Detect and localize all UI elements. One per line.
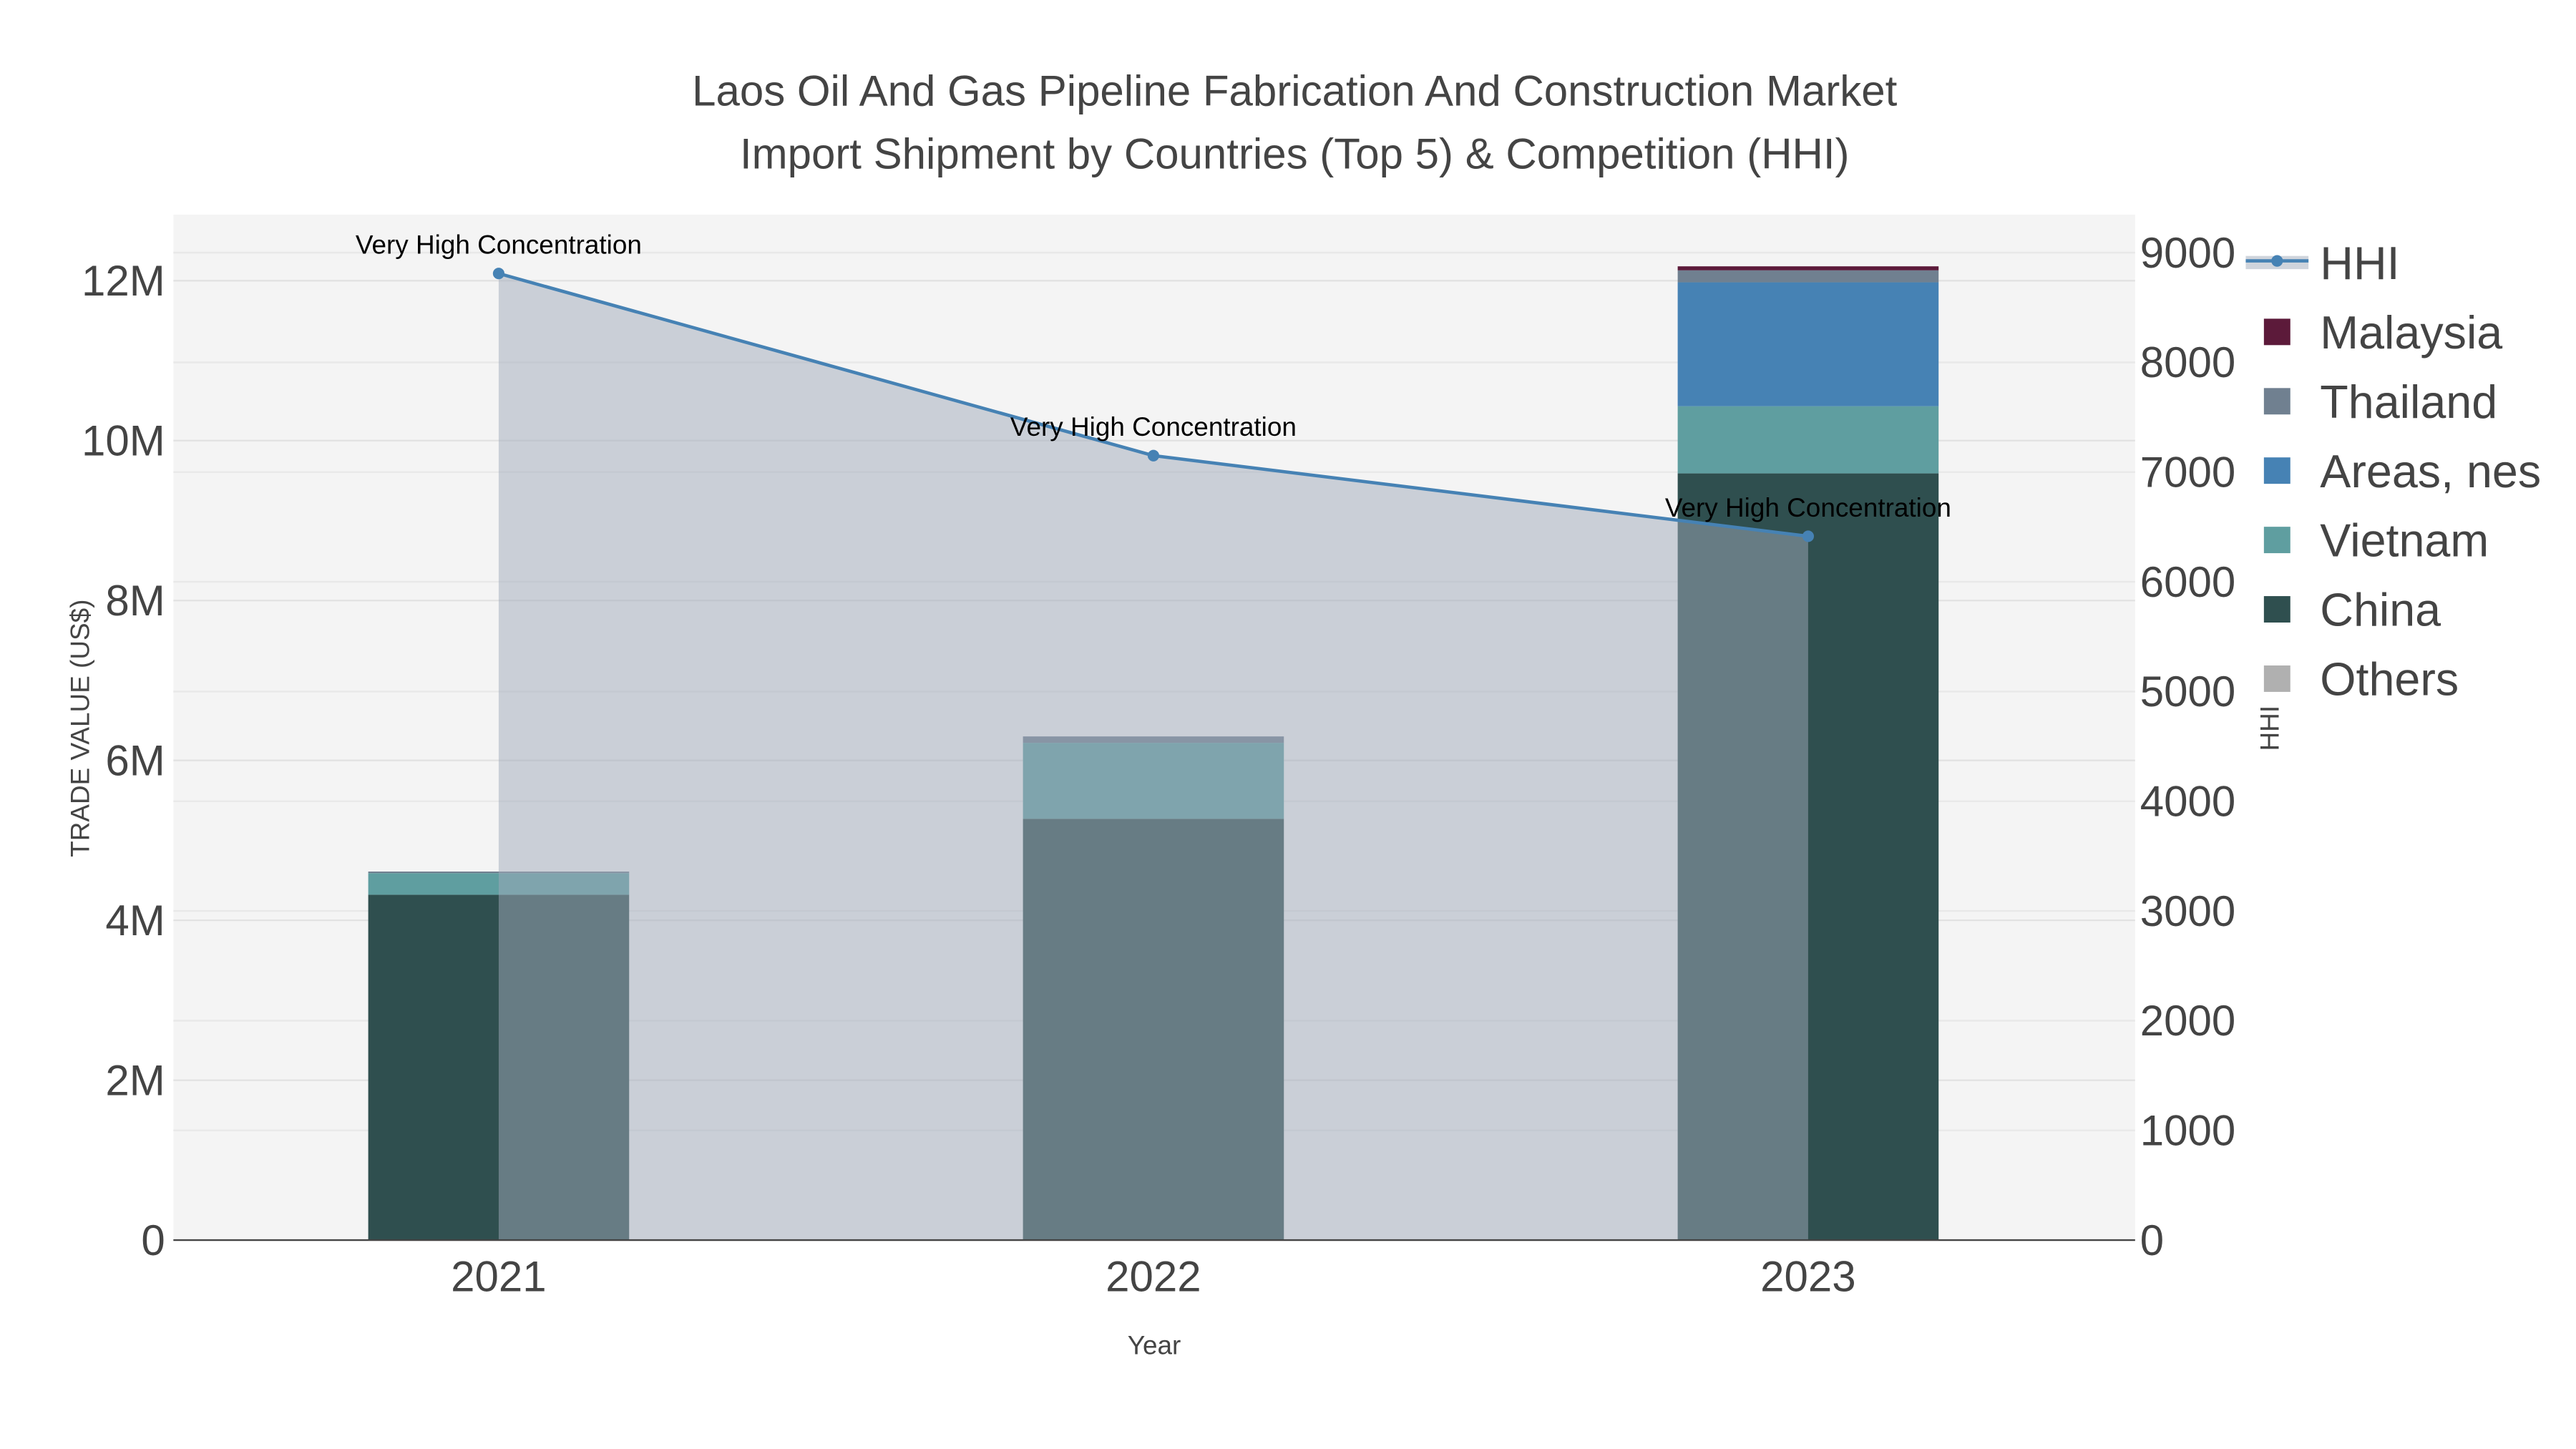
y2-tick-label: 4000 [2140,778,2235,826]
y2-tick-label: 8000 [2140,338,2235,386]
legend-swatch-china [2263,596,2290,623]
legend-swatch-thailand [2263,388,2290,415]
legend-label: Areas, nes [2320,446,2541,497]
y2-axis-title: HHI [2255,706,2285,751]
y-tick-label: 6M [105,736,165,784]
bar-vietnam-2023 [1677,406,1939,474]
y-tick-label: 4M [105,897,165,945]
hhi-point-2022 [1147,449,1159,462]
chart-title-line2: Import Shipment by Countries (Top 5) & C… [740,130,1850,177]
x-tick-label: 2021 [451,1253,546,1301]
bar-thailand-2023 [1677,270,1939,283]
y2-tick-label: 9000 [2140,229,2235,277]
legend-swatch-malaysia [2263,318,2290,346]
y2-tick-label: 3000 [2140,887,2235,935]
bar-malaysia-2023 [1677,266,1939,270]
y2-tick-label: 6000 [2140,558,2235,606]
hhi-annotation: Very High Concentration [356,230,642,260]
legend-label: Vietnam [2320,515,2489,567]
y-tick-label: 10M [82,417,165,465]
legend-label: China [2320,585,2441,636]
hhi-annotation: Very High Concentration [1665,493,1951,522]
x-tick-label: 2022 [1106,1253,1201,1301]
y2-tick-label: 2000 [2140,997,2235,1045]
x-tick-label: 2023 [1760,1253,1855,1301]
legend-label: HHI [2320,238,2399,289]
legend: HHI Malaysia Thailand Areas, nes Vietnam Chin… [2245,238,2541,706]
legend-label: Thailand [2320,376,2497,428]
y-axis-title: TRADE VALUE (US$) [66,600,95,857]
y-tick-label: 8M [105,577,165,625]
legend-label: Malaysia [2320,307,2502,358]
hhi-annotation: Very High Concentration [1010,412,1297,441]
hhi-point-2021 [492,268,504,280]
y-tick-label: 2M [105,1056,165,1104]
legend-label: Others [2320,654,2459,706]
legend-hhi-marker-icon [2271,255,2283,267]
legend-swatch-others [2263,665,2290,692]
y-tick-label: 12M [82,257,165,305]
chart: Very High Concentration Very High Concent… [66,67,2542,1360]
legend-swatch-areas-nes [2263,457,2290,484]
y2-tick-label: 1000 [2140,1107,2235,1155]
bar-areas-nes-2023 [1677,282,1939,406]
y2-tick-label: 0 [2140,1216,2164,1264]
hhi-point-2023 [1802,530,1814,542]
y-tick-label: 0 [141,1216,165,1264]
legend-swatch-vietnam [2263,527,2290,554]
x-axis-title: Year [1128,1330,1181,1360]
chart-title-line1: Laos Oil And Gas Pipeline Fabrication An… [692,67,1898,115]
y2-tick-label: 5000 [2140,668,2235,716]
y2-tick-label: 7000 [2140,449,2235,497]
